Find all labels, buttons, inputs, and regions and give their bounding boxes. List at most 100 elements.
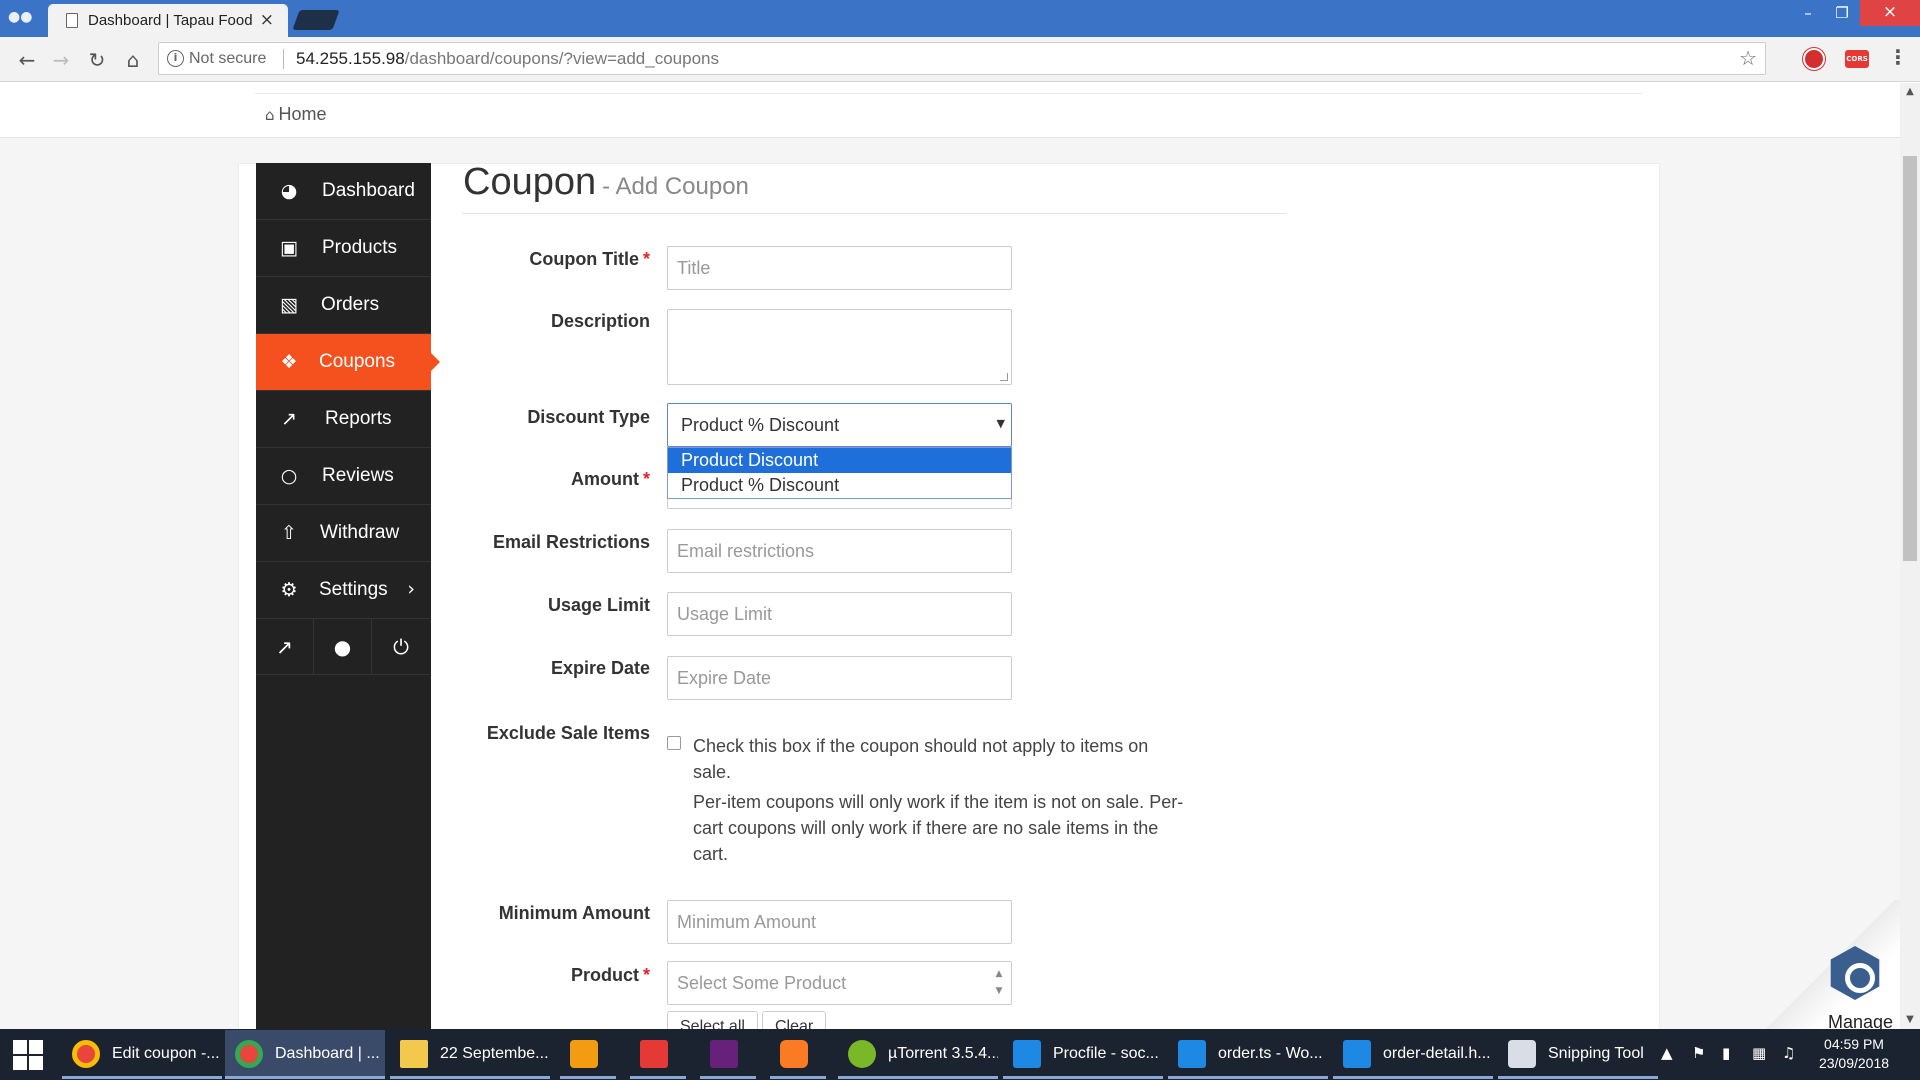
coupon-title-label-text: Coupon Title — [529, 249, 639, 269]
required-marker: * — [642, 249, 650, 269]
dashboard-icon: ◕ — [280, 180, 298, 202]
page-scrollbar[interactable]: ▲ ▼ — [1900, 83, 1920, 1029]
resize-handle[interactable] — [1000, 373, 1008, 381]
new-tab-button[interactable] — [292, 10, 340, 30]
taskbar-item-chrome-edit[interactable]: Edit coupon -... — [62, 1030, 222, 1079]
product-placeholder: Select Some Product — [677, 973, 847, 993]
taskbar-item-chrome-dashboard[interactable]: Dashboard | ... — [225, 1030, 385, 1079]
coupon-title-input[interactable]: Title — [667, 246, 1012, 290]
briefcase-icon: ▣ — [280, 237, 298, 259]
flag-icon[interactable]: ⚑ — [1692, 1044, 1705, 1062]
sidebar-item-reviews[interactable]: ○ Reviews — [256, 448, 431, 505]
amount-label: Amount * — [420, 469, 650, 490]
back-icon[interactable]: ← — [12, 45, 42, 75]
url-path: /dashboard/coupons/?view=add_coupons — [404, 49, 719, 68]
taskbar-item-label: order.ts - Wo... — [1218, 1045, 1323, 1062]
address-bar[interactable]: i Not secure 54.255.155.98/dashboard/cou… — [158, 42, 1766, 75]
taskbar-item-vscode-order-detail[interactable]: order-detail.h... — [1333, 1030, 1493, 1079]
sidebar-item-reports[interactable]: ↗ Reports — [256, 391, 431, 448]
cors-extension-icon[interactable]: CORS — [1845, 50, 1869, 68]
taskbar-item-visual-studio[interactable] — [700, 1030, 756, 1079]
page-subtitle: - Add Coupon — [602, 173, 749, 200]
omnibox-divider — [283, 49, 284, 69]
taskbar-item-utorrent[interactable]: µTorrent 3.5.4... — [838, 1030, 998, 1079]
sidebar-item-label: Settings — [319, 579, 388, 600]
sidebar-item-coupons[interactable]: ❖ Coupons — [256, 334, 440, 391]
home-icon[interactable]: ⌂ — [118, 45, 148, 75]
product-label: Product * — [420, 965, 650, 986]
adblock-extension-icon[interactable] — [1803, 48, 1825, 70]
info-icon[interactable]: i — [167, 50, 184, 67]
network-icon[interactable]: ▦ — [1752, 1044, 1766, 1062]
manage-widget[interactable]: Manage — [1760, 900, 1900, 1032]
volume-icon[interactable]: ♫ — [1782, 1044, 1795, 1062]
usage-limit-input[interactable]: Usage Limit — [667, 592, 1012, 636]
taskbar-item-label: Procfile - soc... — [1053, 1045, 1159, 1062]
arrow-up-icon[interactable]: ▲ — [991, 966, 1007, 983]
taskbar-item-vscode-procfile[interactable]: Procfile - soc... — [1003, 1030, 1163, 1079]
minimize-icon[interactable]: – — [1790, 0, 1826, 28]
dropdown-option[interactable]: Product Discount — [668, 448, 1011, 473]
expire-date-input[interactable]: Expire Date — [667, 656, 1012, 700]
description-textarea[interactable] — [667, 309, 1012, 385]
close-tab-icon[interactable]: × — [260, 10, 274, 30]
taskbar-item-snipping-tool[interactable]: Snipping Tool — [1498, 1030, 1658, 1079]
discount-type-dropdown: Product Discount Product % Discount — [667, 447, 1012, 499]
chrome-icon — [72, 1040, 100, 1068]
dropdown-option[interactable]: Product % Discount — [668, 473, 1011, 498]
sidebar-item-products[interactable]: ▣ Products — [256, 220, 431, 277]
start-button[interactable] — [0, 1029, 56, 1080]
taskbar-item-apps[interactable] — [630, 1030, 686, 1079]
scrollbar-thumb[interactable] — [1903, 156, 1917, 561]
security-label: Not secure — [189, 50, 267, 67]
taskbar-item-label: µTorrent 3.5.4... — [888, 1045, 998, 1062]
sidebar-item-withdraw[interactable]: ⇧ Withdraw — [256, 505, 431, 562]
select-all-button[interactable]: Select all — [667, 1011, 758, 1029]
taskbar-item-sublime[interactable] — [560, 1030, 616, 1079]
product-multiselect[interactable]: Select Some Product ▲ ▼ — [667, 961, 1012, 1005]
user-icon[interactable]: ● — [314, 619, 372, 675]
exclude-sale-items-checkbox[interactable] — [667, 736, 681, 750]
discount-type-select[interactable]: Product % Discount ▼ — [667, 403, 1012, 447]
browser-tab-active[interactable]: Dashboard | Tapau Food × — [48, 4, 288, 37]
navbar-rule — [255, 93, 1642, 94]
scroll-up-icon[interactable]: ▲ — [1900, 83, 1920, 101]
app-grid-icon — [640, 1040, 668, 1068]
browser-menu-icon[interactable]: ⋮ — [1888, 45, 1908, 69]
sidebar-item-settings[interactable]: ⚙ Settings › — [256, 562, 431, 619]
sidebar-item-label: Withdraw — [320, 522, 400, 543]
minimum-amount-input[interactable]: Minimum Amount — [667, 900, 1012, 944]
window-close-icon[interactable]: × — [1860, 0, 1920, 26]
arrow-down-icon[interactable]: ▼ — [991, 983, 1007, 1000]
clear-button[interactable]: Clear — [762, 1011, 827, 1029]
restore-icon[interactable]: ❐ — [1824, 0, 1860, 28]
vscode-icon — [1343, 1040, 1371, 1068]
external-link-icon[interactable]: ↗ — [256, 619, 314, 675]
incognito-icon: ●● — [8, 9, 33, 25]
scroll-arrows[interactable]: ▲ ▼ — [991, 966, 1007, 1000]
utorrent-icon — [848, 1040, 876, 1068]
coupon-title-label: Coupon Title * — [420, 249, 650, 270]
sidebar-item-dashboard[interactable]: ◕ Dashboard — [256, 163, 431, 220]
sidebar-item-label: Reports — [325, 408, 392, 429]
taskbar-item-xampp[interactable] — [770, 1030, 826, 1079]
battery-icon[interactable]: ▮ — [1722, 1044, 1730, 1062]
windows-logo-icon — [13, 1056, 27, 1070]
sidebar-item-orders[interactable]: ▧ Orders — [256, 277, 431, 334]
taskbar-item-vscode-order[interactable]: order.ts - Wo... — [1168, 1030, 1328, 1079]
taskbar-item-explorer[interactable]: 22 Septembe... — [390, 1030, 550, 1079]
bookmark-star-icon[interactable]: ☆ — [1739, 46, 1757, 70]
clock-time: 04:59 PM — [1824, 1036, 1884, 1052]
required-marker: * — [642, 965, 650, 985]
chevron-up-icon[interactable]: ▲ — [1661, 1044, 1673, 1062]
email-restrictions-input[interactable]: Email restrictions — [667, 529, 1012, 573]
breadcrumb-home-label: Home — [278, 104, 327, 124]
system-clock[interactable]: 04:59 PM 23/09/2018 — [1804, 1035, 1904, 1073]
reload-icon[interactable]: ↻ — [82, 45, 112, 75]
forward-icon[interactable]: → — [46, 45, 76, 75]
chrome-icon — [235, 1040, 263, 1068]
scroll-down-icon[interactable]: ▼ — [1900, 1011, 1920, 1029]
usage-limit-label: Usage Limit — [547, 595, 650, 615]
windows-logo-icon — [29, 1040, 43, 1054]
breadcrumb-home[interactable]: ⌂ Home — [265, 104, 327, 125]
